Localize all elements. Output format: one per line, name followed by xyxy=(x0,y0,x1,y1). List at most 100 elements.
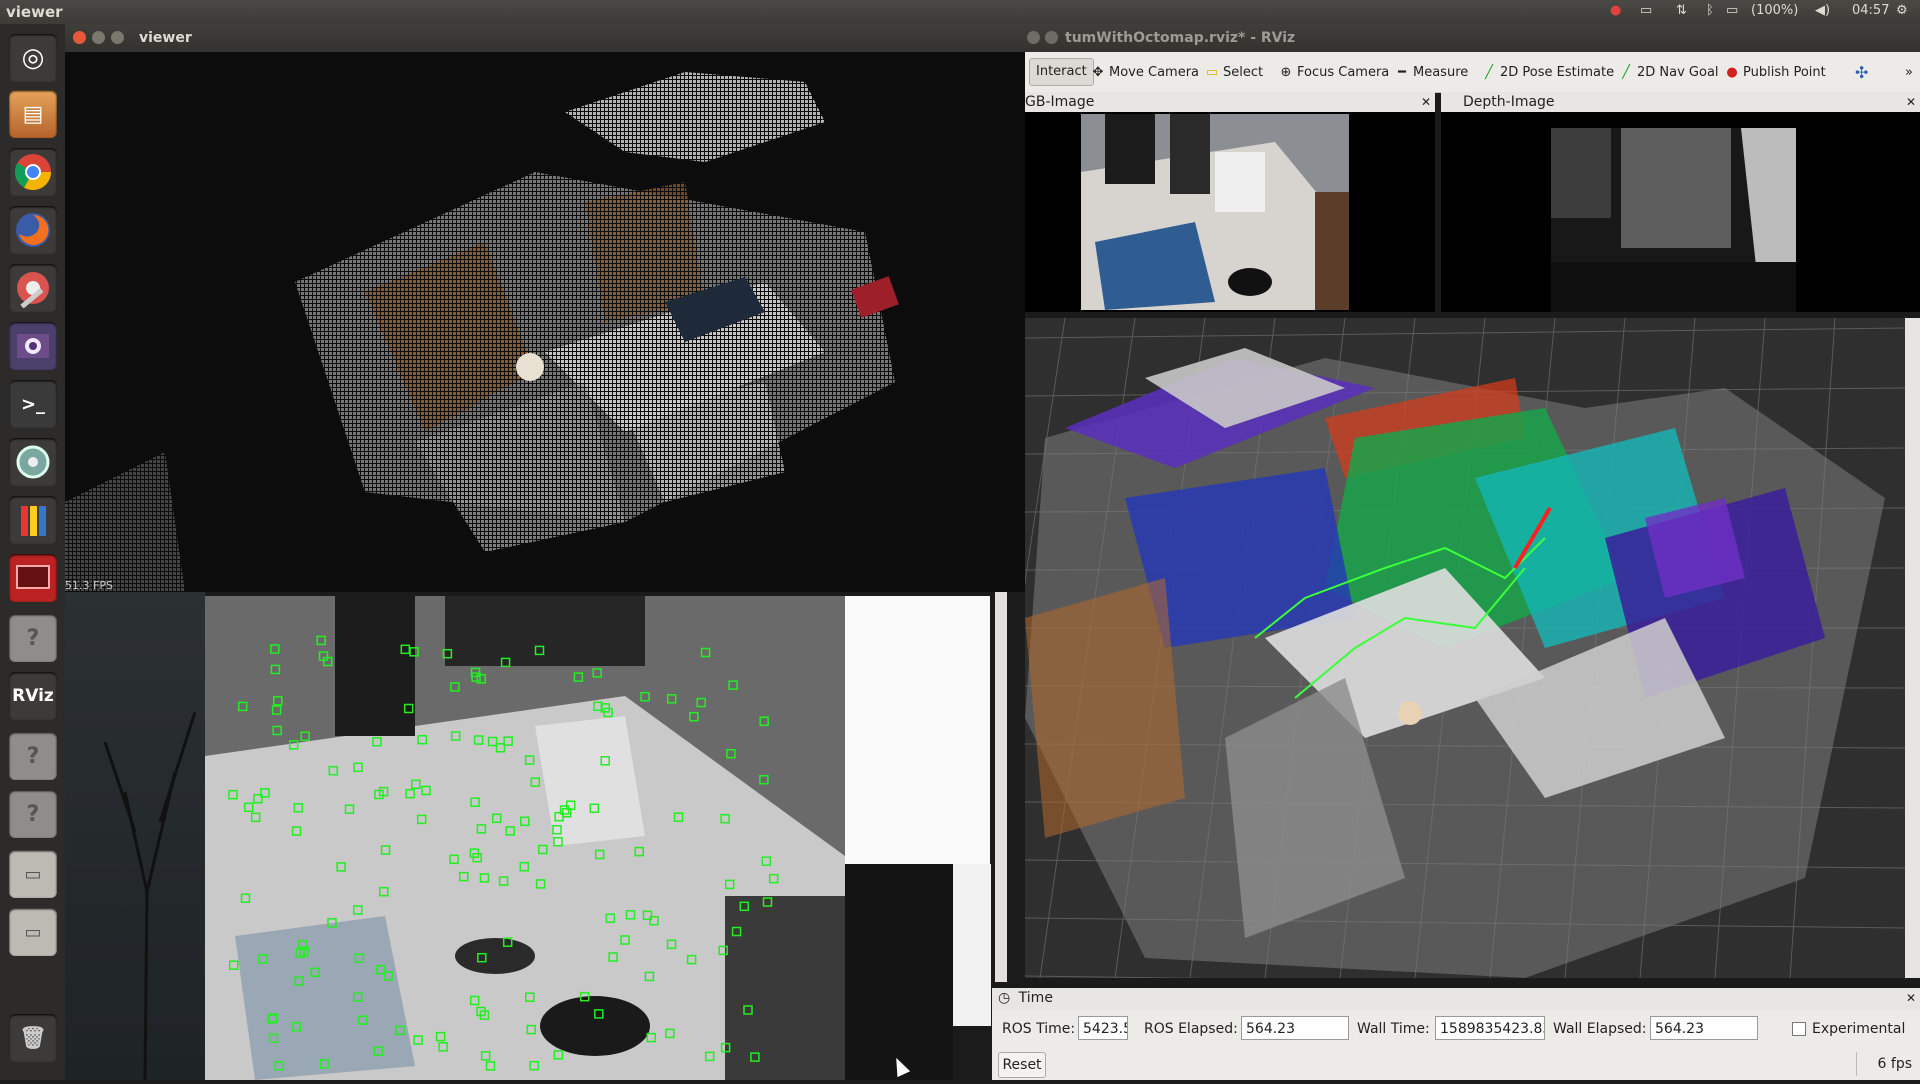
depth-panel-header[interactable]: Depth-Image ✕ xyxy=(1441,92,1920,113)
monitor xyxy=(445,596,645,666)
screen-app-icon[interactable] xyxy=(9,554,57,602)
select-tool[interactable]: ▭ Select xyxy=(1205,62,1263,84)
panel-splitter[interactable] xyxy=(995,592,1007,982)
terminal-icon[interactable]: >_ xyxy=(9,380,57,428)
select-icon: ▭ xyxy=(1205,65,1219,80)
drive-icon[interactable]: ▭ xyxy=(9,908,57,956)
close-icon[interactable] xyxy=(73,31,86,44)
network-icon[interactable]: ⇅ xyxy=(1676,3,1687,18)
pointcloud-render xyxy=(65,72,899,592)
grid-line xyxy=(1025,327,1905,339)
ros-elapsed-label: ROS Elapsed: xyxy=(1144,1021,1238,1037)
drive-icon[interactable]: ▭ xyxy=(9,850,57,898)
depth-image-panel[interactable] xyxy=(1441,112,1920,312)
rviz-3d-view[interactable] xyxy=(1025,318,1905,978)
settings-icon[interactable] xyxy=(9,264,57,312)
nav-goal-tool[interactable]: ╱ 2D Nav Goal xyxy=(1619,62,1718,84)
octomap-render xyxy=(1025,318,1905,978)
window-fragment xyxy=(845,596,990,864)
move-camera-icon: ✥ xyxy=(1092,65,1104,80)
focus-camera-tool[interactable]: ⊕ Focus Camera xyxy=(1279,62,1390,84)
person-cloud xyxy=(516,353,544,381)
shelf-brown xyxy=(1025,578,1185,838)
measure-icon: ━ xyxy=(1398,65,1406,80)
edge-cloud xyxy=(65,452,185,592)
close-icon[interactable]: ✕ xyxy=(1421,92,1431,112)
move-camera-tool[interactable]: ✥ Move Camera xyxy=(1091,62,1199,84)
top-panel: viewer ● ▭ ⇅ ᛒ ▭ (100%) ◀) 04:57 ⚙ xyxy=(0,0,1920,24)
reset-button[interactable]: Reset xyxy=(998,1052,1046,1078)
unknown-app-icon[interactable]: ? xyxy=(9,790,57,838)
interact-tool[interactable]: Interact xyxy=(1029,58,1094,86)
person-cloud xyxy=(1398,701,1422,725)
grid-line xyxy=(1025,975,1209,978)
rviz-icon[interactable]: RViz xyxy=(9,672,57,720)
time-panel-header[interactable]: ◷ Time ✕ xyxy=(992,988,1920,1011)
rgb-panel-header[interactable]: GB-Image ✕ xyxy=(1025,92,1435,113)
clock[interactable]: 04:57 xyxy=(1852,3,1889,18)
keyboard-icon[interactable]: ▭ xyxy=(1640,3,1652,18)
bluetooth-icon[interactable]: ᛒ xyxy=(1706,3,1714,18)
add-tool-button[interactable]: ✣ xyxy=(1855,62,1868,84)
unknown-app-icon[interactable]: ? xyxy=(9,614,57,662)
ros-time-field[interactable]: 5423.59 xyxy=(1078,1016,1128,1040)
clock-icon: ◷ xyxy=(998,990,1011,1006)
close-icon[interactable]: ✕ xyxy=(1906,988,1916,1008)
nav-goal-icon: ╱ xyxy=(1622,65,1630,80)
pose-estimate-icon: ╱ xyxy=(1485,65,1493,80)
rgb-image xyxy=(1081,114,1349,310)
publish-point-tool[interactable]: ● Publish Point xyxy=(1725,62,1825,84)
ceiling-cloud xyxy=(565,72,825,162)
viewer-titlebar[interactable]: viewer xyxy=(65,24,1025,52)
viewer-title: viewer xyxy=(139,30,192,46)
gear-icon[interactable]: ⚙ xyxy=(1896,3,1908,18)
chrome-icon[interactable] xyxy=(9,148,57,196)
unknown-app-icon[interactable]: ? xyxy=(9,732,57,780)
battery-percent: (100%) xyxy=(1751,3,1799,18)
files-icon[interactable]: ▤ xyxy=(9,90,57,138)
focus-camera-icon: ⊕ xyxy=(1280,65,1292,80)
wall-time-field[interactable]: 1589835423.83 xyxy=(1435,1016,1545,1040)
chair xyxy=(725,896,845,1080)
experimental-label: Experimental xyxy=(1812,1021,1906,1037)
window-fragment-small xyxy=(953,864,991,1026)
feature-tracking-view[interactable] xyxy=(205,596,845,1080)
pencils-icon[interactable] xyxy=(9,496,57,544)
rviz-titlebar[interactable]: tumWithOctomap.rviz* - RViz xyxy=(1025,24,1920,52)
firefox-icon[interactable] xyxy=(9,206,57,254)
minimize-icon[interactable] xyxy=(92,31,105,44)
experimental-checkbox[interactable] xyxy=(1792,1022,1806,1036)
viewer-fps-label: 51.3 FPS xyxy=(65,579,113,592)
webcam-icon[interactable] xyxy=(9,322,57,370)
volume-icon[interactable]: ◀) xyxy=(1815,3,1830,18)
ubuntu-dash-icon[interactable]: ◎ xyxy=(9,34,57,82)
close-icon[interactable] xyxy=(1027,31,1040,44)
pose-estimate-tool[interactable]: ╱ 2D Pose Estimate xyxy=(1482,62,1614,84)
minimize-icon[interactable] xyxy=(1045,31,1058,44)
monitor-stand xyxy=(335,596,415,736)
battery-icon[interactable]: ▭ xyxy=(1726,3,1738,18)
close-icon[interactable]: ✕ xyxy=(1906,92,1916,112)
render-fps-label: 6 fps xyxy=(1856,1052,1916,1076)
view-scrollbar[interactable] xyxy=(1905,318,1920,978)
record-icon[interactable]: ● xyxy=(1610,3,1621,18)
publish-point-icon: ● xyxy=(1726,65,1738,80)
rgb-panel-title: GB-Image xyxy=(1025,94,1095,110)
rgb-image-panel[interactable] xyxy=(1025,112,1435,312)
window-fragment-dark xyxy=(845,864,953,1080)
time-panel: ROS Time: 5423.59 ROS Elapsed: 564.23 Wa… xyxy=(992,1010,1920,1048)
measure-tool[interactable]: ━ Measure xyxy=(1395,62,1468,84)
desktop-background xyxy=(65,592,205,1081)
more-tools-button[interactable]: » xyxy=(1905,62,1913,84)
maximize-icon[interactable] xyxy=(111,31,124,44)
book xyxy=(235,916,415,1080)
time-panel-title: Time xyxy=(1018,990,1053,1006)
gamepad xyxy=(540,996,650,1056)
ros-elapsed-field[interactable]: 564.23 xyxy=(1241,1016,1349,1040)
pointcloud-viewer[interactable] xyxy=(65,52,1025,592)
depth-image xyxy=(1551,128,1796,312)
wall-elapsed-field[interactable]: 564.23 xyxy=(1650,1016,1758,1040)
trash-icon[interactable]: 🗑 xyxy=(9,1014,57,1062)
system-tool-icon[interactable] xyxy=(9,438,57,486)
depth-panel-title: Depth-Image xyxy=(1463,94,1555,110)
